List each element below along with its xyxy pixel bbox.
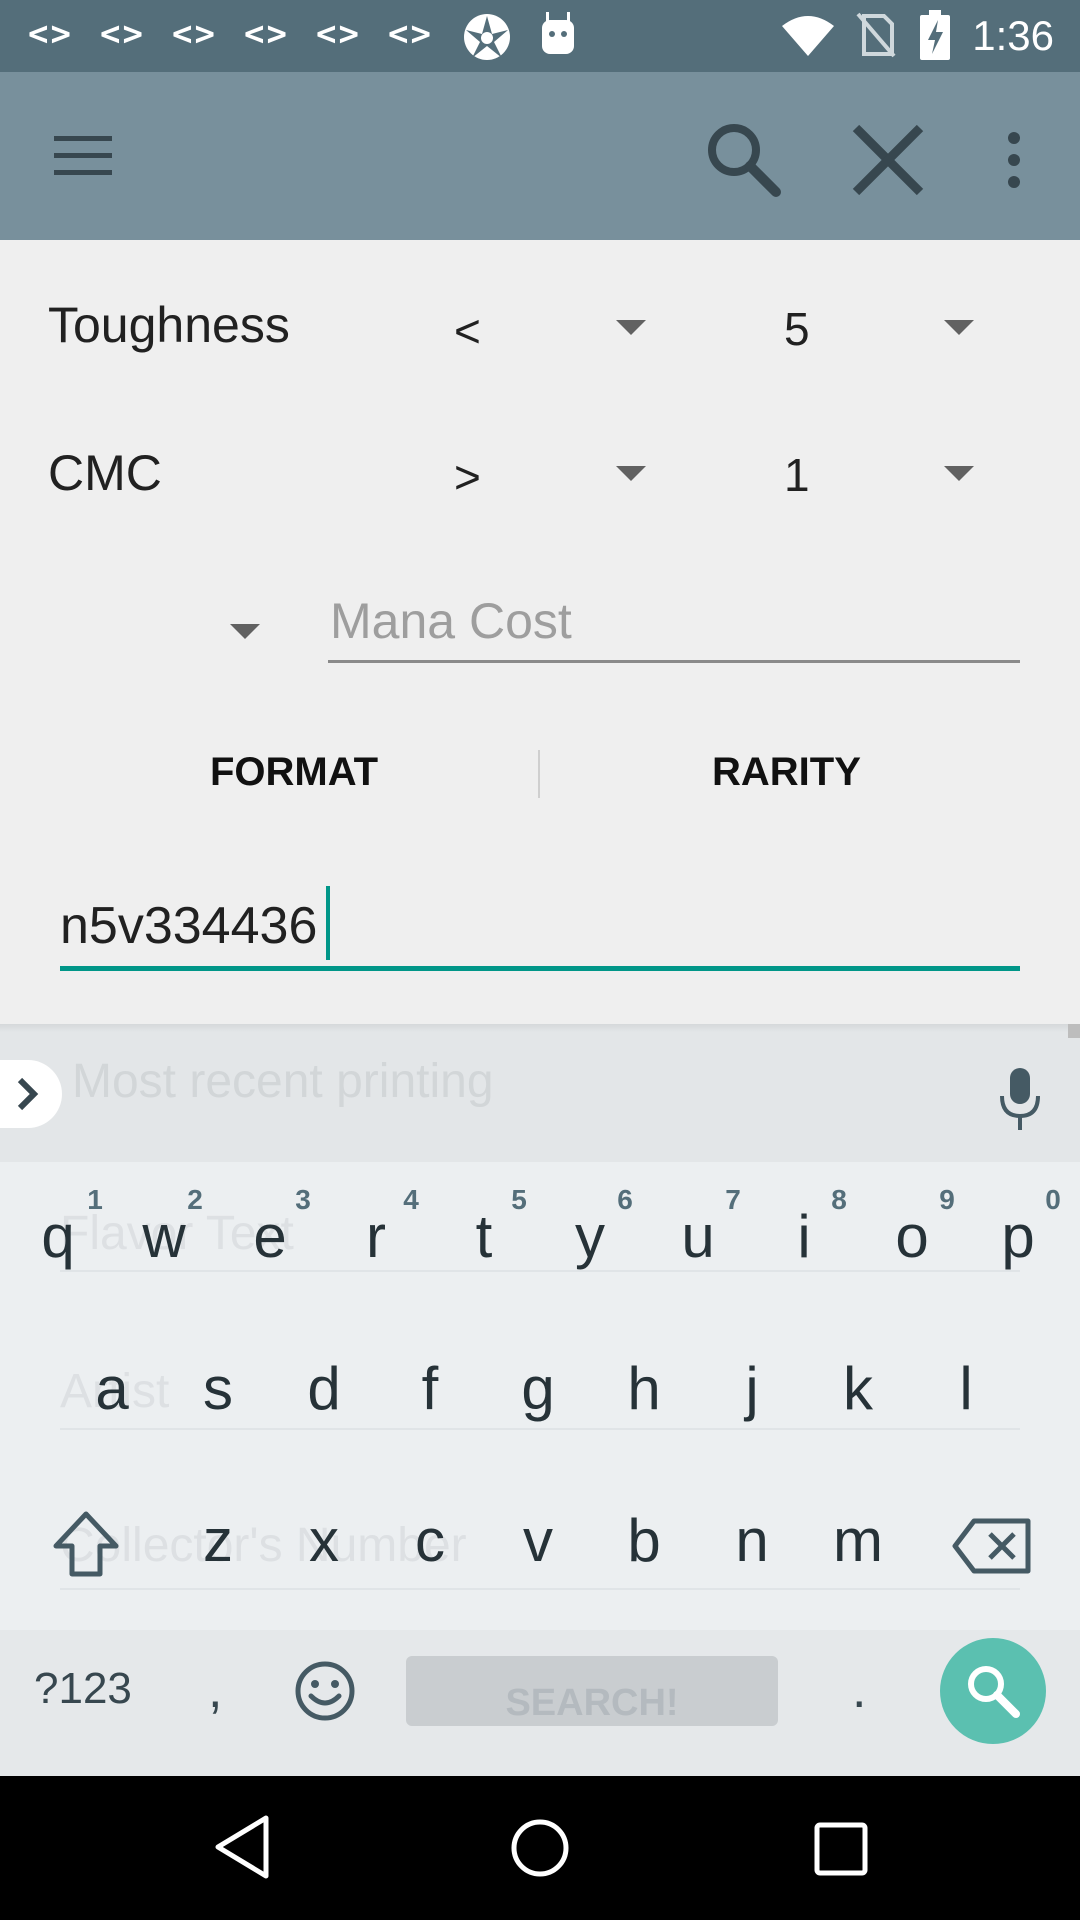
comma-key[interactable]: , bbox=[208, 1660, 222, 1720]
toughness-label: Toughness bbox=[48, 297, 290, 353]
dropdown-arrow-icon bbox=[616, 466, 646, 481]
no-sim-icon bbox=[856, 12, 896, 58]
shift-icon[interactable] bbox=[52, 1510, 120, 1578]
code-icon: <> bbox=[100, 14, 145, 54]
key-h[interactable]: h bbox=[594, 1354, 694, 1423]
mana-color-spinner[interactable] bbox=[230, 624, 260, 639]
key-o[interactable]: o bbox=[862, 1202, 962, 1271]
key-l[interactable]: l bbox=[916, 1354, 1016, 1423]
home-icon[interactable] bbox=[510, 1818, 570, 1878]
mana-cost-underline bbox=[328, 660, 1020, 663]
key-x[interactable]: x bbox=[274, 1506, 374, 1575]
toughness-operator-value: < bbox=[454, 305, 481, 357]
emoji-icon[interactable] bbox=[294, 1660, 356, 1722]
more-vert-icon[interactable] bbox=[1002, 130, 1026, 190]
key-p[interactable]: p bbox=[968, 1202, 1068, 1271]
code-icon: <> bbox=[28, 14, 73, 54]
search-icon[interactable] bbox=[704, 120, 782, 198]
text-cursor bbox=[326, 886, 330, 960]
key-d[interactable]: d bbox=[274, 1354, 374, 1423]
cmc-value: 1 bbox=[784, 449, 810, 501]
key-s[interactable]: s bbox=[168, 1354, 268, 1423]
status-bar: <> <> <> <> <> <> 1:36 bbox=[0, 0, 1080, 72]
battery-charging-icon bbox=[920, 10, 950, 60]
tab-divider bbox=[538, 750, 540, 798]
key-m[interactable]: m bbox=[808, 1506, 908, 1575]
key-j[interactable]: j bbox=[702, 1354, 802, 1423]
key-k[interactable]: k bbox=[808, 1354, 908, 1423]
name-input[interactable]: n5v334436 bbox=[60, 896, 317, 956]
aperture-icon bbox=[464, 14, 510, 60]
key-y[interactable]: y bbox=[540, 1202, 640, 1271]
navigation-bar bbox=[0, 1776, 1080, 1920]
key-n[interactable]: n bbox=[702, 1506, 802, 1575]
back-icon[interactable] bbox=[212, 1814, 272, 1880]
period-key[interactable]: . bbox=[852, 1660, 866, 1720]
cmc-operator-value: > bbox=[454, 451, 481, 503]
suggestion-strip: Most recent printing bbox=[0, 1024, 1080, 1162]
dropdown-arrow-icon bbox=[944, 320, 974, 335]
app-bar bbox=[0, 72, 1080, 240]
artist-underline bbox=[60, 1428, 1020, 1430]
android-icon bbox=[542, 12, 574, 54]
clock: 1:36 bbox=[972, 12, 1054, 59]
key-f[interactable]: f bbox=[380, 1354, 480, 1423]
cmc-label: CMC bbox=[48, 445, 162, 501]
expand-suggestions-icon[interactable] bbox=[0, 1060, 62, 1128]
key-i[interactable]: i bbox=[754, 1202, 854, 1271]
format-button[interactable]: FORMAT bbox=[210, 750, 378, 795]
search-submit-button: SEARCH! bbox=[505, 1682, 679, 1724]
symbols-key[interactable]: ?123 bbox=[34, 1664, 132, 1714]
key-z[interactable]: z bbox=[168, 1506, 268, 1575]
search-action-key[interactable] bbox=[940, 1638, 1046, 1744]
code-icon: <> bbox=[244, 14, 289, 54]
menu-icon[interactable] bbox=[54, 134, 114, 178]
key-w[interactable]: w bbox=[114, 1202, 214, 1271]
close-icon[interactable] bbox=[850, 122, 926, 198]
key-r[interactable]: r bbox=[326, 1202, 426, 1271]
keyboard-shadow bbox=[0, 1024, 1080, 1032]
dropdown-arrow-icon bbox=[944, 466, 974, 481]
collectors-number-underline bbox=[60, 1588, 1020, 1590]
space-bar[interactable]: SEARCH! bbox=[406, 1656, 778, 1726]
toughness-value: 5 bbox=[784, 303, 810, 355]
key-v[interactable]: v bbox=[488, 1506, 588, 1575]
backspace-icon[interactable] bbox=[952, 1518, 1032, 1574]
key-t[interactable]: t bbox=[434, 1202, 534, 1271]
name-input-underline bbox=[60, 966, 1020, 971]
key-c[interactable]: c bbox=[380, 1506, 480, 1575]
key-b[interactable]: b bbox=[594, 1506, 694, 1575]
key-g[interactable]: g bbox=[488, 1354, 588, 1423]
code-icon: <> bbox=[388, 14, 433, 54]
key-q[interactable]: q bbox=[8, 1202, 108, 1271]
mana-cost-input[interactable]: Mana Cost bbox=[330, 592, 572, 650]
key-u[interactable]: u bbox=[648, 1202, 748, 1271]
key-e[interactable]: e bbox=[220, 1202, 320, 1271]
microphone-icon[interactable] bbox=[998, 1066, 1042, 1132]
wifi-icon bbox=[782, 16, 834, 56]
printing-select: Most recent printing bbox=[72, 1055, 494, 1108]
dropdown-arrow-icon bbox=[616, 320, 646, 335]
soft-keyboard: Flavor Text Artist Collector's Number Mo… bbox=[0, 1024, 1080, 1776]
rarity-button[interactable]: RARITY bbox=[712, 750, 861, 795]
code-icon: <> bbox=[316, 14, 361, 54]
code-icon: <> bbox=[172, 14, 217, 54]
search-icon bbox=[968, 1666, 1020, 1718]
scroll-indicator bbox=[1068, 1024, 1080, 1038]
key-a[interactable]: a bbox=[62, 1354, 162, 1423]
recents-icon[interactable] bbox=[814, 1822, 868, 1876]
